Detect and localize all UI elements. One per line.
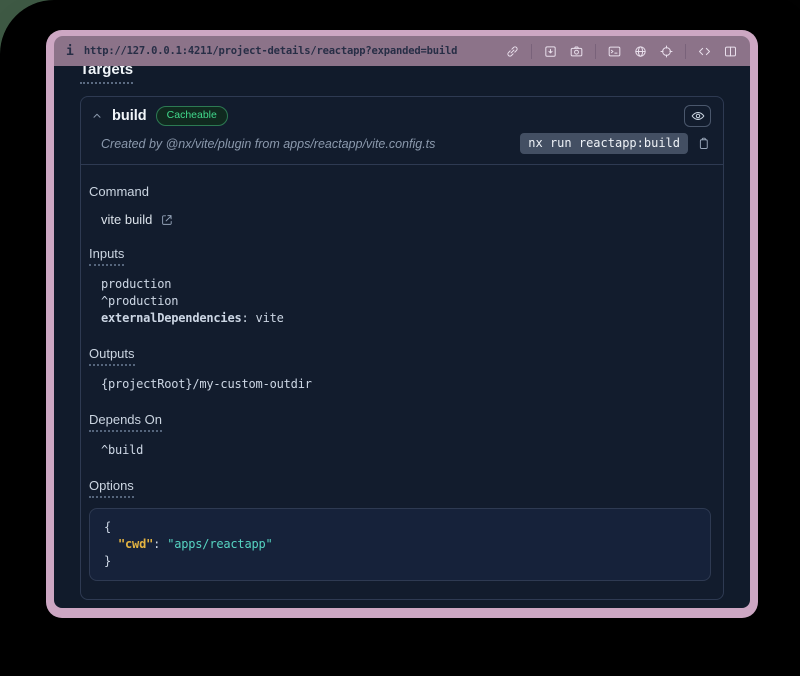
cacheable-badge: Cacheable <box>156 106 228 126</box>
input-item: ^production <box>101 293 711 310</box>
input-kv-key: externalDependencies <box>101 311 242 325</box>
toolbar-icons <box>505 44 738 59</box>
command-value-row: vite build <box>89 212 711 227</box>
inputs-label[interactable]: Inputs <box>89 246 124 266</box>
download-tray-icon[interactable] <box>543 44 558 59</box>
inputs-section: Inputs production ^production externalDe… <box>89 245 711 327</box>
external-link-icon <box>160 213 174 227</box>
eye-icon <box>690 108 706 124</box>
crosshair-icon[interactable] <box>659 44 674 59</box>
code-icon[interactable] <box>697 44 712 59</box>
build-card-subheader: Created by @nx/vite/plugin from apps/rea… <box>81 131 723 165</box>
options-section: Options { "cwd": "apps/reactapp" } <box>89 477 711 581</box>
outputs-label[interactable]: Outputs <box>89 346 135 366</box>
outputs-section: Outputs {projectRoot}/my-custom-outdir <box>89 345 711 393</box>
copy-command-button[interactable] <box>696 136 711 151</box>
clipboard-icon <box>696 136 711 151</box>
camera-icon[interactable] <box>569 44 584 59</box>
options-json-box: { "cwd": "apps/reactapp" } <box>89 508 711 581</box>
project-details-content: Targets build Cacheable Created by @nx/v… <box>54 66 750 608</box>
build-card-header[interactable]: build Cacheable <box>81 97 723 131</box>
depends-on-label[interactable]: Depends On <box>89 412 162 432</box>
input-kv-value: : vite <box>242 311 284 325</box>
terminal-icon[interactable] <box>607 44 622 59</box>
open-config-button[interactable] <box>160 213 174 227</box>
browser-toolbar: i http://127.0.0.1:4211/project-details/… <box>54 36 750 66</box>
toolbar-divider <box>531 44 532 59</box>
depends-on-list: ^build <box>89 442 711 459</box>
page-viewport: Targets build Cacheable Created by @nx/v… <box>54 66 750 608</box>
depends-on-item: ^build <box>101 442 711 459</box>
info-icon: i <box>66 45 74 58</box>
globe-icon[interactable] <box>633 44 648 59</box>
url-text[interactable]: http://127.0.0.1:4211/project-details/re… <box>84 45 457 57</box>
toolbar-divider <box>595 44 596 59</box>
command-label: Command <box>89 184 149 202</box>
depends-on-section: Depends On ^build <box>89 411 711 459</box>
input-item: production <box>101 276 711 293</box>
json-key: "cwd" <box>118 537 153 551</box>
json-open-brace: { <box>104 519 696 536</box>
chevron-up-icon[interactable] <box>91 110 103 122</box>
link-icon[interactable] <box>505 44 520 59</box>
outputs-list: {projectRoot}/my-custom-outdir <box>89 376 711 393</box>
build-card-body: Command vite build Inputs production <box>81 165 723 599</box>
view-target-button[interactable] <box>684 105 711 127</box>
json-colon: : <box>153 537 167 551</box>
command-value: vite build <box>101 212 152 227</box>
target-card-build: build Cacheable Created by @nx/vite/plug… <box>80 96 724 600</box>
json-kv-line: "cwd": "apps/reactapp" <box>104 536 696 553</box>
json-string-value: "apps/reactapp" <box>167 537 272 551</box>
split-panel-icon[interactable] <box>723 44 738 59</box>
target-name: build <box>112 108 147 124</box>
page-title: Targets <box>80 66 133 84</box>
output-item: {projectRoot}/my-custom-outdir <box>101 376 711 393</box>
created-by-text: Created by @nx/vite/plugin from apps/rea… <box>101 137 435 151</box>
input-item: externalDependencies: vite <box>101 310 711 327</box>
json-close-brace: } <box>104 553 696 570</box>
run-command-chip: nx run reactapp:build <box>520 133 688 154</box>
toolbar-divider <box>685 44 686 59</box>
command-section: Command vite build <box>89 183 711 227</box>
inputs-list: production ^production externalDependenc… <box>89 276 711 327</box>
browser-window: i http://127.0.0.1:4211/project-details/… <box>46 30 758 618</box>
options-label[interactable]: Options <box>89 478 134 498</box>
